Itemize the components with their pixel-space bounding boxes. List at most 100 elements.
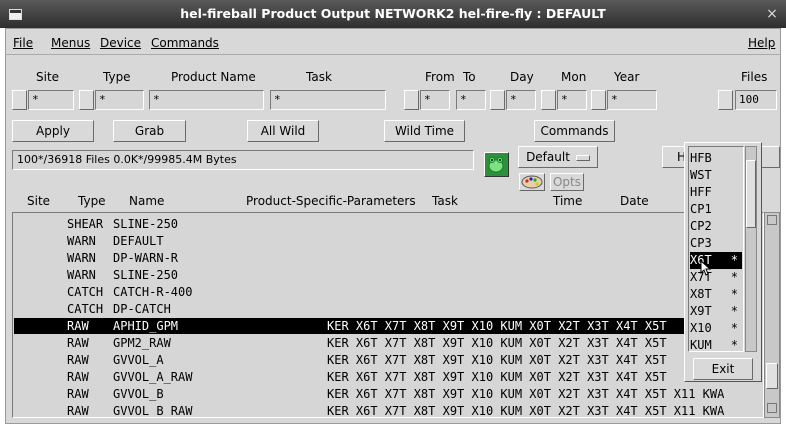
item-marker: * (730, 287, 738, 301)
row-name: GVVOL_B (113, 387, 164, 401)
row-params: KER X6T X7T X8T X9T X10 KUM X0T X2T X3T … (327, 370, 667, 384)
list-item[interactable]: X8T * (690, 286, 742, 303)
row-type: WARN (67, 251, 96, 265)
mouse-cursor-icon (700, 260, 712, 276)
row-name: CATCH-R-400 (113, 285, 193, 299)
list-item[interactable]: HFB (690, 150, 742, 167)
commands-button[interactable]: Commands (534, 120, 615, 142)
files-field[interactable]: 100 (735, 90, 777, 110)
list-item[interactable]: X7T * (690, 269, 742, 286)
task-field[interactable]: * (270, 90, 386, 110)
table-row[interactable]: CATCH DP-CATCH (14, 301, 762, 317)
row-params: KER X6T X7T X8T X9T X10 KUM X0T X2T X3T … (327, 336, 667, 350)
row-name: APHID_GPM (113, 319, 179, 333)
mon-toggle[interactable] (541, 90, 556, 110)
site-popup-list[interactable]: HFB WST HFF CP1 CP2 CP3 X6T * X7T * X8T * X… (688, 146, 744, 352)
item-label: X10 (690, 321, 712, 335)
table-row[interactable]: RAW GPM2_RAW KER X6T X7T X8T X9T X10 KUM X… (14, 335, 762, 351)
item-marker: * (730, 253, 738, 267)
table-row[interactable]: RAW GVVOL_A_RAW KER X6T X7T X8T X9T X10 KU… (14, 369, 762, 385)
popup-scroll-thumb[interactable] (746, 160, 756, 228)
wild-time-button[interactable]: Wild Time (384, 120, 465, 142)
mon-field[interactable]: * (557, 90, 587, 110)
scroll-up-arrow-icon[interactable] (767, 215, 777, 225)
table-row[interactable]: RAW GVVOL_B_RAW KER X6T X7T X8T X9T X10 KU… (14, 403, 762, 418)
row-name: DEFAULT (113, 234, 164, 248)
table-row[interactable]: RAW GVVOL_A KER X6T X7T X8T X9T X10 KUM X0… (14, 352, 762, 368)
status-line: 100*/36918 Files 0.0K*/99985.4M Bytes (12, 150, 474, 170)
row-params: KER X6T X7T X8T X9T X10 KUM X0T X2T X3T … (327, 319, 667, 333)
list-item[interactable]: CP1 (690, 201, 742, 218)
list-item[interactable]: CP2 (690, 218, 742, 235)
day-field[interactable]: * (506, 90, 536, 110)
row-type: RAW (67, 370, 89, 384)
table-row[interactable]: WARN DP-WARN-R (14, 250, 762, 266)
list-item[interactable]: HFF (690, 184, 742, 201)
exit-button[interactable]: Exit (693, 358, 753, 380)
table-row[interactable]: SHEAR SLINE-250 (14, 216, 762, 232)
site-label: Site (36, 70, 60, 84)
row-name: GVVOL_A_RAW (113, 370, 193, 384)
default-option-menu[interactable]: Default (518, 146, 598, 168)
col-name: Name (129, 194, 165, 208)
row-name: SLINE-250 (113, 217, 179, 231)
year-toggle[interactable] (591, 90, 606, 110)
files-label: Files (741, 70, 768, 84)
mon-label: Mon (561, 70, 587, 84)
scroll-down-arrow-icon[interactable] (767, 403, 777, 413)
product-list[interactable]: SHEAR SLINE-250 WARN DEFAULT WARN DP-WARN-R… (12, 212, 764, 418)
files-toggle[interactable] (718, 90, 733, 110)
from-toggle[interactable] (404, 90, 419, 110)
row-name: DP-CATCH (113, 302, 171, 316)
green-frog-icon[interactable] (484, 152, 509, 177)
type-field[interactable]: * (95, 90, 144, 110)
row-name: GVVOL_B_RAW (113, 404, 193, 418)
to-field[interactable]: * (456, 90, 486, 110)
list-item[interactable]: CP3 (690, 235, 742, 252)
table-row[interactable]: RAW GVVOL_B KER X6T X7T X8T X9T X10 KUM X0… (14, 386, 762, 402)
year-field[interactable]: * (607, 90, 657, 110)
type-toggle[interactable] (79, 90, 94, 110)
product-name-field[interactable]: * (149, 90, 264, 110)
all-wild-button[interactable]: All Wild (247, 120, 319, 142)
list-item[interactable]: X10 * (690, 320, 742, 337)
table-row[interactable]: WARN DEFAULT (14, 233, 762, 249)
list-item[interactable]: WST (690, 167, 742, 184)
item-label: CP2 (690, 219, 712, 233)
list-scroll-thumb[interactable] (766, 363, 778, 389)
option-indicator-icon (575, 154, 590, 161)
row-type: RAW (67, 404, 89, 418)
list-item[interactable]: KUM * (690, 337, 742, 352)
task-label: Task (306, 70, 332, 84)
apply-button[interactable]: Apply (12, 120, 94, 142)
list-item-selected[interactable]: X6T * (690, 252, 742, 269)
row-name: DP-WARN-R (113, 251, 179, 265)
list-item[interactable]: X9T * (690, 303, 742, 320)
table-row[interactable]: CATCH CATCH-R-400 (14, 284, 762, 300)
grab-button[interactable]: Grab (113, 120, 186, 142)
item-label: CP3 (690, 236, 712, 250)
menu-file[interactable]: File (13, 35, 33, 51)
day-toggle[interactable] (490, 90, 505, 110)
opts-button[interactable]: Opts (550, 173, 584, 191)
site-field[interactable]: * (28, 90, 74, 110)
col-task: Task (432, 194, 458, 208)
col-date: Date (620, 194, 649, 208)
default-option-label: Default (526, 150, 570, 164)
menu-menus[interactable]: Menus (51, 35, 90, 51)
table-row[interactable]: WARN SLINE-250 (14, 267, 762, 283)
list-scrollbar[interactable] (764, 212, 780, 418)
product-name-label: Product Name (171, 70, 256, 84)
close-icon[interactable]: × (762, 4, 782, 24)
row-type: RAW (67, 387, 89, 401)
table-row-selected[interactable]: RAW APHID_GPM KER X6T X7T X8T X9T X10 KUM … (14, 318, 762, 334)
menu-help[interactable]: Help (748, 35, 775, 51)
site-toggle[interactable] (12, 90, 27, 110)
from-field[interactable]: * (420, 90, 450, 110)
item-label: KUM (690, 338, 712, 352)
from-label: From (425, 70, 455, 84)
item-marker: * (730, 338, 738, 352)
menu-device[interactable]: Device (100, 35, 141, 51)
menu-commands[interactable]: Commands (151, 35, 219, 51)
palette-icon[interactable] (519, 173, 545, 191)
